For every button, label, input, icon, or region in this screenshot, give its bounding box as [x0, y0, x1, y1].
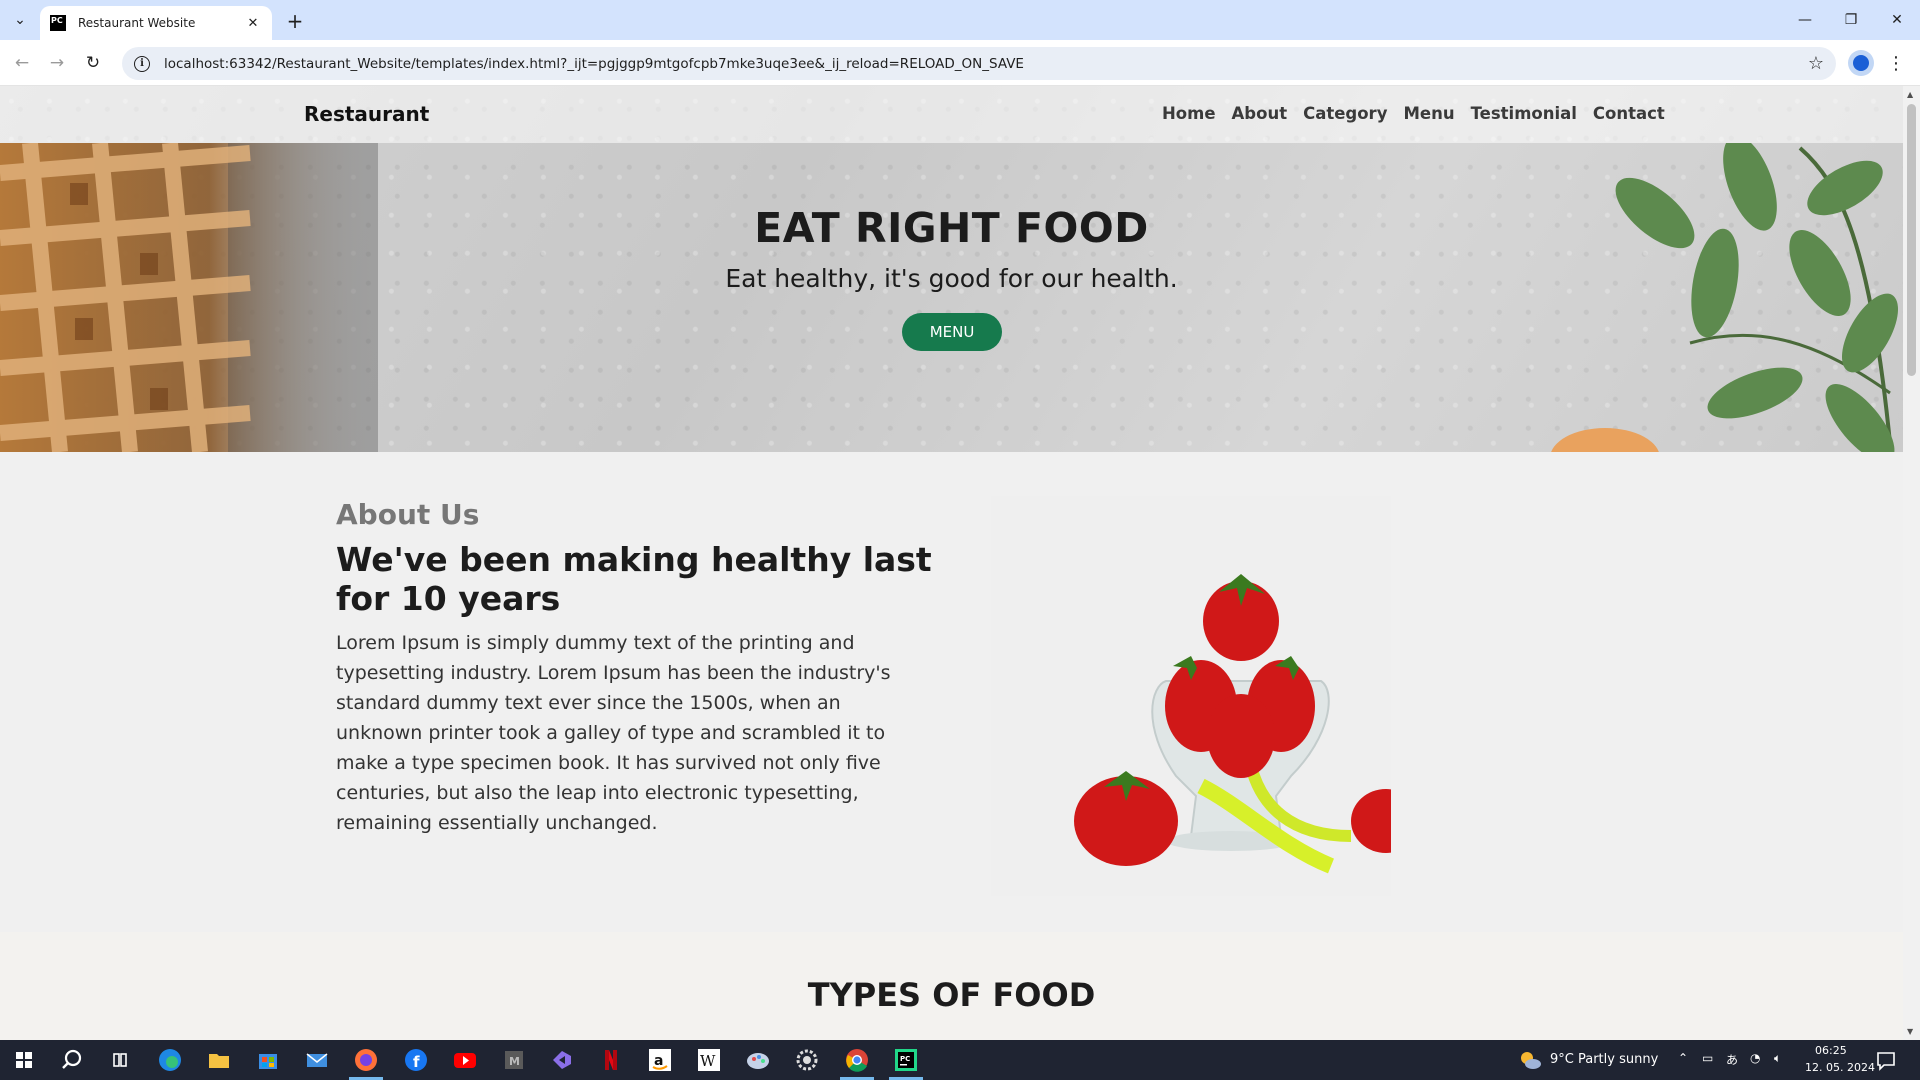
wifi-icon[interactable]: ◔ — [1750, 1051, 1760, 1065]
search-icon[interactable] — [58, 1046, 86, 1074]
browser-tab-bar: ⌄ PC Restaurant Website ✕ + — ❐ ✕ — [0, 0, 1920, 40]
edge-browser-icon[interactable] — [156, 1046, 184, 1074]
minimize-icon[interactable]: — — [1782, 0, 1828, 40]
netflix-icon[interactable] — [597, 1046, 625, 1074]
close-window-icon[interactable]: ✕ — [1874, 0, 1920, 40]
task-view-icon[interactable] — [106, 1046, 134, 1074]
nav-link-category[interactable]: Category — [1303, 104, 1387, 123]
youtube-icon[interactable] — [451, 1046, 479, 1074]
nav-link-testimonial[interactable]: Testimonial — [1471, 104, 1577, 123]
types-of-food-section: TYPES OF FOOD — [0, 932, 1903, 1040]
svg-text:W: W — [700, 1052, 716, 1070]
hidden-icons-chevron-icon[interactable]: ⌃ — [1678, 1051, 1688, 1065]
clock-date[interactable]: 12. 05. 2024 — [1805, 1061, 1875, 1074]
bookmark-star-icon[interactable]: ☆ — [1808, 53, 1824, 74]
back-arrow-icon[interactable]: ← — [8, 49, 36, 77]
chrome-icon[interactable] — [843, 1046, 871, 1074]
nav-link-home[interactable]: Home — [1162, 104, 1216, 123]
scroll-down-arrow-icon[interactable]: ▼ — [1907, 1027, 1913, 1036]
nav-link-about[interactable]: About — [1232, 104, 1288, 123]
tab-title: Restaurant Website — [78, 16, 196, 30]
hero-menu-button[interactable]: MENU — [902, 313, 1002, 351]
weather-partly-sunny-icon[interactable] — [1516, 1046, 1544, 1074]
mail-icon[interactable] — [303, 1046, 331, 1074]
address-bar[interactable]: i localhost:63342/Restaurant_Website/tem… — [122, 47, 1836, 80]
hero-subtitle: Eat healthy, it's good for our health. — [725, 264, 1178, 293]
microsoft-store-icon[interactable] — [254, 1046, 282, 1074]
browser-toolbar: ← → ↻ i localhost:63342/Restaurant_Websi… — [0, 40, 1920, 86]
about-paragraph: Lorem Ipsum is simply dummy text of the … — [336, 632, 891, 834]
windows-start-icon[interactable] — [10, 1046, 38, 1074]
windows-taskbar: f M a W PC 9°C Partly sunny ⌃ ▭ あ ◔ 🔈︎ 0… — [0, 1040, 1920, 1080]
m-app-icon[interactable]: M — [500, 1046, 528, 1074]
browser-tab[interactable]: PC Restaurant Website ✕ — [40, 6, 272, 40]
svg-text:M: M — [509, 1055, 520, 1068]
svg-text:f: f — [413, 1053, 420, 1071]
file-explorer-icon[interactable] — [205, 1046, 233, 1074]
site-nav-links: Home About Category Menu Testimonial Con… — [1162, 104, 1665, 123]
pycharm-icon[interactable]: PC — [892, 1046, 920, 1074]
nav-link-contact[interactable]: Contact — [1593, 104, 1665, 123]
restore-icon[interactable]: ❐ — [1828, 0, 1874, 40]
forward-arrow-icon[interactable]: → — [43, 49, 71, 77]
wikipedia-icon[interactable]: W — [695, 1046, 723, 1074]
tab-close-icon[interactable]: ✕ — [244, 14, 262, 32]
paint-app-icon[interactable] — [744, 1046, 772, 1074]
volume-icon[interactable]: 🔈︎ — [1774, 1051, 1781, 1066]
site-info-icon[interactable]: i — [134, 55, 150, 72]
site-navbar: Restaurant Home About Category Menu Test… — [0, 86, 1903, 143]
notification-center-icon[interactable] — [1872, 1046, 1900, 1074]
facebook-icon[interactable]: f — [402, 1046, 430, 1074]
page-viewport: Restaurant Home About Category Menu Test… — [0, 86, 1903, 1040]
hero-title: EAT RIGHT FOOD — [754, 204, 1149, 252]
firefox-icon[interactable] — [352, 1046, 380, 1074]
tab-list-chevron-icon[interactable]: ⌄ — [8, 8, 32, 32]
pie-image — [0, 143, 380, 452]
browser-menu-kebab-icon[interactable]: ⋮ — [1886, 50, 1906, 76]
visual-studio-icon[interactable] — [548, 1046, 576, 1074]
leaves-image — [1551, 143, 1898, 452]
pycharm-favicon-icon: PC — [50, 15, 66, 31]
battery-icon[interactable]: ▭ — [1702, 1051, 1713, 1065]
about-section: About Us We've been making healthy last … — [0, 452, 1903, 932]
types-of-food-title: TYPES OF FOOD — [807, 976, 1096, 1014]
hero-section: Restaurant Home About Category Menu Test… — [0, 86, 1903, 452]
language-icon[interactable]: あ — [1726, 1051, 1738, 1068]
nav-link-menu[interactable]: Menu — [1403, 104, 1454, 123]
profile-avatar-icon[interactable] — [1848, 50, 1874, 76]
strawberries-image — [991, 496, 1391, 896]
site-brand[interactable]: Restaurant — [304, 102, 429, 126]
new-tab-plus-icon[interactable]: + — [282, 8, 308, 34]
about-title: We've been making healthy last for 10 ye… — [336, 540, 932, 618]
about-eyebrow: About Us — [336, 498, 480, 531]
settings-gear-icon[interactable] — [793, 1046, 821, 1074]
svg-text:a: a — [654, 1053, 663, 1069]
url-text[interactable]: localhost:63342/Restaurant_Website/templ… — [164, 56, 1808, 72]
weather-text[interactable]: 9°C Partly sunny — [1550, 1052, 1658, 1067]
clock-time[interactable]: 06:25 — [1815, 1044, 1847, 1057]
reload-icon[interactable]: ↻ — [79, 49, 107, 77]
amazon-icon[interactable]: a — [646, 1046, 674, 1074]
scrollbar-thumb[interactable] — [1907, 104, 1916, 376]
page-scrollbar[interactable]: ▲ ▼ — [1903, 86, 1920, 1040]
svg-text:PC: PC — [900, 1055, 910, 1063]
scroll-up-arrow-icon[interactable]: ▲ — [1907, 90, 1913, 99]
